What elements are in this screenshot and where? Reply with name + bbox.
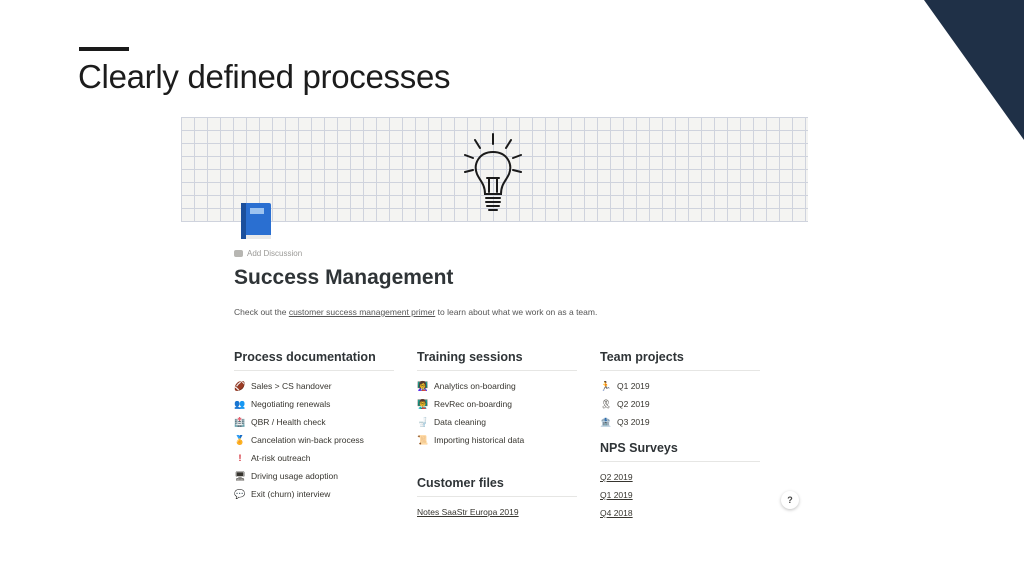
list-item[interactable]: 💬 Exit (churn) interview [234, 485, 394, 503]
nps-surveys-section: NPS Surveys Q2 2019 Q1 2019 Q4 2018 [600, 441, 760, 522]
process-documentation-heading: Process documentation [234, 350, 394, 371]
hospital-icon: 🏥 [234, 417, 246, 427]
teacher-icon: 👨‍🏫 [417, 399, 429, 409]
team-projects-section: Team projects 🏃 Q1 2019 🎗 Q2 2019 🏦 Q3 2019 [600, 350, 760, 431]
list-item[interactable]: Q2 2019 [600, 468, 760, 486]
training-sessions-heading: Training sessions [417, 350, 577, 371]
medal-icon: 🏅 [234, 435, 246, 445]
list-item[interactable]: 🏈 Sales > CS handover [234, 377, 394, 395]
list-item[interactable]: 👩‍🏫 Analytics on-boarding [417, 377, 577, 395]
add-discussion-button[interactable]: Add Discussion [234, 249, 302, 258]
football-icon: 🏈 [234, 381, 246, 391]
customer-files-section: Customer files Notes SaaStr Europa 2019 [417, 476, 577, 521]
list-item[interactable]: Q1 2019 [600, 486, 760, 504]
corner-triangle-decoration [924, 0, 1024, 140]
team-projects-heading: Team projects [600, 350, 760, 371]
notion-screenshot: Add Discussion Success Management Check … [181, 117, 808, 527]
intro-text: Check out the customer success managemen… [234, 307, 598, 317]
list-item[interactable]: Notes SaaStr Europa 2019 [417, 503, 577, 521]
page-title: Success Management [234, 266, 454, 289]
primer-link[interactable]: customer success management primer [289, 307, 435, 317]
runner-icon: 🏃 [600, 381, 612, 391]
list-item[interactable]: 🎗 Q2 2019 [600, 395, 760, 413]
slide-title: Clearly defined processes [78, 58, 451, 95]
list-item[interactable]: 🏦 Q3 2019 [600, 413, 760, 431]
list-item[interactable]: 🖥 Driving usage adoption [234, 467, 394, 485]
list-item[interactable]: 🏅 Cancelation win-back process [234, 431, 394, 449]
blue-book-icon [241, 203, 271, 239]
bank-icon: 🏦 [600, 417, 612, 427]
ribbon-icon: 🎗 [600, 399, 612, 409]
add-discussion-label: Add Discussion [247, 249, 303, 258]
toilet-icon: 🚽 [417, 417, 429, 427]
title-accent-bar [79, 47, 129, 51]
teacher-icon: 👩‍🏫 [417, 381, 429, 391]
exclamation-icon: ! [238, 453, 242, 463]
list-item[interactable]: 🚽 Data cleaning [417, 413, 577, 431]
people-icon: 👥 [234, 399, 246, 409]
monitor-icon: 🖥 [234, 471, 246, 481]
list-item[interactable]: 🏃 Q1 2019 [600, 377, 760, 395]
training-sessions-section: Training sessions 👩‍🏫 Analytics on-boardi… [417, 350, 577, 449]
page-cover-grid [181, 117, 808, 222]
list-item[interactable]: 👥 Negotiating renewals [234, 395, 394, 413]
process-documentation-section: Process documentation 🏈 Sales > CS handov… [234, 350, 394, 503]
help-button[interactable]: ? [781, 491, 799, 509]
comment-icon [234, 250, 243, 257]
list-item[interactable]: 👨‍🏫 RevRec on-boarding [417, 395, 577, 413]
list-item[interactable]: Q4 2018 [600, 504, 760, 522]
lightbulb-icon [464, 133, 522, 211]
scroll-icon: 📜 [417, 435, 429, 445]
customer-files-heading: Customer files [417, 476, 577, 497]
list-item[interactable]: 🏥 QBR / Health check [234, 413, 394, 431]
speech-bubble-icon: 💬 [234, 489, 246, 499]
list-item[interactable]: ! At-risk outreach [234, 449, 394, 467]
nps-surveys-heading: NPS Surveys [600, 441, 760, 462]
list-item[interactable]: 📜 Importing historical data [417, 431, 577, 449]
